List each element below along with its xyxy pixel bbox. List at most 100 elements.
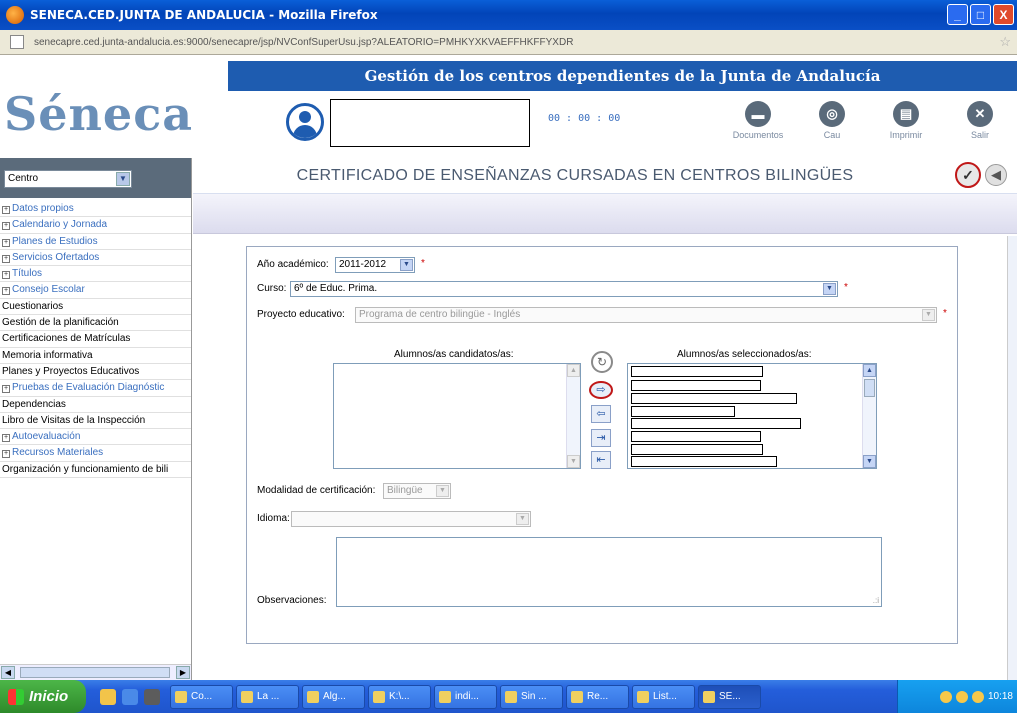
seleccionados-listbox[interactable]: ▲ ▼ bbox=[627, 363, 877, 469]
sidebar-item-organizacion[interactable]: Organización y funcionamiento de bili bbox=[0, 462, 191, 479]
move-right-button[interactable]: ⇨ bbox=[589, 381, 613, 399]
sidebar-item-planes-estudios[interactable]: + Planes de Estudios bbox=[0, 234, 191, 250]
scroll-up-icon[interactable]: ▲ bbox=[567, 364, 580, 377]
chevron-down-icon[interactable]: ▼ bbox=[116, 172, 130, 186]
sidebar-item-libro-visitas[interactable]: Libro de Visitas de la Inspección bbox=[0, 413, 191, 430]
chevron-down-icon[interactable]: ▼ bbox=[922, 309, 935, 321]
folder-icon[interactable] bbox=[100, 688, 116, 705]
list-item[interactable] bbox=[631, 418, 801, 429]
tray-icon[interactable] bbox=[939, 690, 952, 703]
proyecto-select[interactable]: Programa de centro bilingüe - Inglés ▼ bbox=[355, 307, 937, 323]
sidebar-item-datos-propios[interactable]: + Datos propios bbox=[0, 201, 191, 218]
task-button[interactable]: indi... bbox=[434, 684, 497, 709]
browser-icon[interactable] bbox=[122, 688, 138, 705]
sidebar-item-cuestionarios[interactable]: Cuestionarios bbox=[0, 299, 191, 316]
modalidad-select[interactable]: Bilingüe ▼ bbox=[383, 483, 451, 499]
scroll-down-icon[interactable]: ▼ bbox=[863, 455, 876, 468]
window-title-bar[interactable]: SENECA.CED.JUNTA DE ANDALUCIA - Mozilla … bbox=[0, 0, 1017, 30]
main-vertical-scrollbar[interactable] bbox=[1007, 236, 1017, 680]
scroll-thumb[interactable] bbox=[20, 667, 170, 678]
sidebar-item-recursos[interactable]: + Recursos Materiales bbox=[0, 445, 191, 462]
list-item[interactable] bbox=[631, 406, 735, 417]
task-button[interactable]: Alg... bbox=[302, 684, 365, 709]
accept-button[interactable]: ✓ bbox=[955, 162, 981, 188]
back-button[interactable]: ◀ bbox=[985, 164, 1007, 186]
resize-grip-icon[interactable]: .:i bbox=[873, 596, 879, 605]
expand-icon[interactable]: + bbox=[2, 271, 10, 280]
anio-select[interactable]: 2011-2012 ▼ bbox=[335, 257, 415, 273]
cau-button[interactable]: ◎ Cau bbox=[802, 101, 862, 140]
url-text[interactable]: senecapre.ced.junta-andalucia.es:9000/se… bbox=[34, 37, 573, 48]
sidebar-item-pruebas-evaluacion[interactable]: + Pruebas de Evaluación Diagnóstic bbox=[0, 380, 191, 397]
task-button[interactable]: Sin ... bbox=[500, 684, 563, 709]
candidatos-scrollbar[interactable]: ▲ ▼ bbox=[566, 364, 580, 468]
close-window-button[interactable]: X bbox=[993, 4, 1014, 25]
maximize-button[interactable]: □ bbox=[970, 4, 991, 25]
sidebar-item-dependencias[interactable]: Dependencias bbox=[0, 397, 191, 413]
scroll-up-icon[interactable]: ▲ bbox=[863, 364, 876, 377]
scroll-thumb[interactable] bbox=[864, 379, 875, 397]
expand-icon[interactable]: + bbox=[2, 385, 10, 394]
seleccionados-scrollbar[interactable]: ▲ ▼ bbox=[862, 364, 876, 468]
expand-icon[interactable]: + bbox=[2, 206, 10, 214]
sidebar-item-autoevaluacion[interactable]: + Autoevaluación bbox=[0, 429, 191, 446]
address-bar[interactable]: senecapre.ced.junta-andalucia.es:9000/se… bbox=[0, 30, 1017, 55]
bookmark-star-icon[interactable]: ☆ bbox=[999, 34, 1011, 50]
clock[interactable]: 10:18 bbox=[988, 691, 1013, 702]
task-button[interactable]: K:\... bbox=[368, 684, 431, 709]
chevron-down-icon[interactable]: ▼ bbox=[400, 259, 413, 271]
sidebar-item-titulos[interactable]: + Títulos bbox=[0, 266, 191, 283]
list-item[interactable] bbox=[631, 366, 763, 377]
expand-icon[interactable]: + bbox=[2, 222, 10, 231]
chevron-down-icon[interactable]: ▼ bbox=[823, 283, 836, 295]
sidebar-item-memoria[interactable]: Memoria informativa bbox=[0, 348, 191, 364]
task-button[interactable]: La ... bbox=[236, 684, 299, 709]
move-left-button[interactable]: ⇦ bbox=[591, 405, 611, 423]
form-panel: Año académico: 2011-2012 ▼ * Curso: 6º d… bbox=[246, 246, 958, 644]
modalidad-label: Modalidad de certificación: bbox=[257, 485, 376, 496]
move-all-right-button[interactable]: ⇥ bbox=[591, 429, 611, 447]
idioma-select[interactable]: ▼ bbox=[291, 511, 531, 527]
minimize-button[interactable]: _ bbox=[947, 4, 968, 25]
tray-icon[interactable] bbox=[955, 690, 968, 703]
sidebar-horizontal-scrollbar[interactable]: ◀ ▶ bbox=[0, 664, 191, 680]
sidebar-item-planificacion[interactable]: Gestión de la planificación bbox=[0, 315, 191, 332]
expand-icon[interactable]: + bbox=[2, 434, 10, 443]
documentos-button[interactable]: ▬ Documentos bbox=[728, 101, 788, 140]
curso-select[interactable]: 6º de Educ. Prima. ▼ bbox=[290, 281, 838, 297]
salir-button[interactable]: ✕ Salir bbox=[950, 101, 1010, 140]
task-button[interactable]: Co... bbox=[170, 684, 233, 709]
close-icon: ✕ bbox=[967, 101, 993, 127]
list-item[interactable] bbox=[631, 393, 797, 404]
expand-icon[interactable]: + bbox=[2, 450, 10, 459]
sidebar-item-certificaciones[interactable]: Certificaciones de Matrículas bbox=[0, 331, 191, 348]
expand-icon[interactable]: + bbox=[2, 254, 10, 263]
move-all-left-button[interactable]: ⇤ bbox=[591, 451, 611, 469]
task-button[interactable]: SE... bbox=[698, 684, 761, 709]
refresh-icon[interactable]: ↻ bbox=[591, 351, 613, 373]
sidebar-item-consejo-escolar[interactable]: + Consejo Escolar bbox=[0, 282, 191, 299]
sidebar-item-calendario[interactable]: + Calendario y Jornada bbox=[0, 217, 191, 234]
list-item[interactable] bbox=[631, 444, 763, 455]
scroll-right-icon[interactable]: ▶ bbox=[176, 666, 190, 679]
scroll-left-icon[interactable]: ◀ bbox=[1, 666, 15, 679]
tray-icon[interactable] bbox=[971, 690, 984, 703]
task-button[interactable]: List... bbox=[632, 684, 695, 709]
sidebar-item-planes-proyectos[interactable]: Planes y Proyectos Educativos bbox=[0, 364, 191, 381]
list-item[interactable] bbox=[631, 431, 761, 442]
start-button[interactable]: Inicio bbox=[0, 680, 86, 713]
observaciones-textarea[interactable]: .:i bbox=[336, 537, 882, 607]
chevron-down-icon[interactable]: ▼ bbox=[516, 513, 529, 525]
sidebar-item-servicios[interactable]: + Servicios Ofertados bbox=[0, 250, 191, 267]
centro-select[interactable]: Centro ▼ bbox=[4, 170, 132, 188]
console-icon[interactable] bbox=[144, 688, 160, 705]
list-item[interactable] bbox=[631, 380, 761, 391]
scroll-down-icon[interactable]: ▼ bbox=[567, 455, 580, 468]
list-item[interactable] bbox=[631, 456, 777, 467]
expand-icon[interactable]: + bbox=[2, 238, 10, 247]
candidatos-listbox[interactable]: ▲ ▼ bbox=[333, 363, 581, 469]
expand-icon[interactable]: + bbox=[2, 287, 10, 296]
imprimir-button[interactable]: ▤ Imprimir bbox=[876, 101, 936, 140]
chevron-down-icon[interactable]: ▼ bbox=[436, 485, 449, 497]
task-button[interactable]: Re... bbox=[566, 684, 629, 709]
